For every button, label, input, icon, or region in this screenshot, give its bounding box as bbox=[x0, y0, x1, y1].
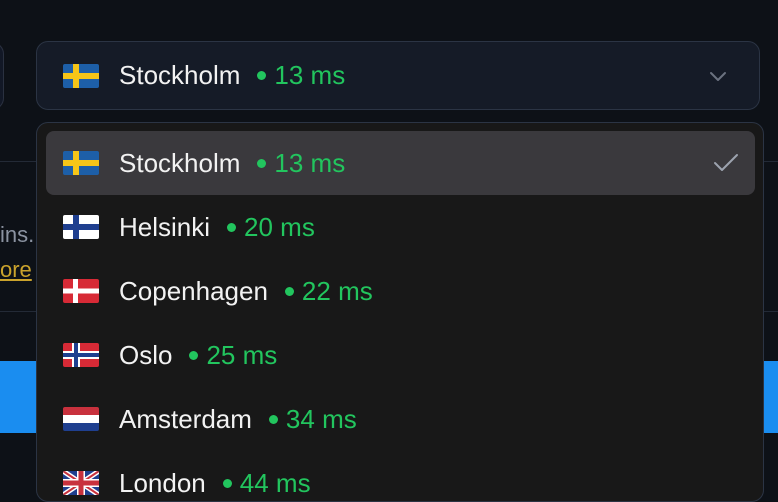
dk-flag-icon bbox=[63, 279, 99, 303]
option-copenhagen[interactable]: Copenhagen 22 ms bbox=[46, 259, 755, 323]
nl-flag-icon bbox=[63, 407, 99, 431]
option-city: Stockholm bbox=[119, 147, 241, 178]
option-amsterdam[interactable]: Amsterdam 34 ms bbox=[46, 387, 755, 451]
status-dot bbox=[222, 478, 232, 488]
option-city: Oslo bbox=[119, 339, 173, 370]
fi-flag-icon bbox=[63, 215, 99, 239]
selected-latency: 13 ms bbox=[274, 60, 346, 90]
background-link[interactable]: ore bbox=[0, 257, 32, 283]
se-flag-icon bbox=[63, 63, 99, 88]
status-dot bbox=[227, 222, 237, 232]
region-select[interactable]: Stockholm 13 ms bbox=[36, 41, 760, 110]
option-city: Helsinki bbox=[119, 211, 211, 242]
region-dropdown: Stockholm 13 ms Helsinki 20 ms Copenhage… bbox=[36, 122, 764, 502]
no-flag-icon bbox=[63, 343, 99, 367]
option-city: Copenhagen bbox=[119, 275, 268, 306]
status-dot bbox=[284, 286, 294, 296]
option-latency: 25 ms bbox=[206, 339, 278, 370]
background-input-edge bbox=[0, 42, 4, 110]
option-city: London bbox=[119, 467, 206, 498]
check-icon bbox=[714, 154, 738, 171]
status-dot bbox=[189, 350, 199, 360]
status-dot bbox=[257, 158, 267, 168]
background-text: ins. bbox=[0, 222, 35, 247]
gb-flag-icon bbox=[63, 471, 99, 495]
option-latency: 22 ms bbox=[301, 275, 373, 306]
status-dot bbox=[268, 414, 278, 424]
option-stockholm[interactable]: Stockholm 13 ms bbox=[46, 131, 755, 195]
option-city: Amsterdam bbox=[119, 403, 252, 434]
option-latency: 20 ms bbox=[244, 211, 315, 242]
status-dot bbox=[257, 71, 267, 80]
selected-city: Stockholm bbox=[119, 60, 241, 90]
chevron-down-icon[interactable] bbox=[703, 62, 733, 92]
option-oslo[interactable]: Oslo 25 ms bbox=[46, 323, 755, 387]
option-latency: 13 ms bbox=[274, 147, 346, 178]
option-latency: 34 ms bbox=[285, 403, 357, 434]
se-flag-icon bbox=[63, 151, 99, 175]
option-helsinki[interactable]: Helsinki 20 ms bbox=[46, 195, 755, 259]
option-london[interactable]: London 44 ms bbox=[46, 451, 755, 501]
option-latency: 44 ms bbox=[239, 467, 311, 498]
